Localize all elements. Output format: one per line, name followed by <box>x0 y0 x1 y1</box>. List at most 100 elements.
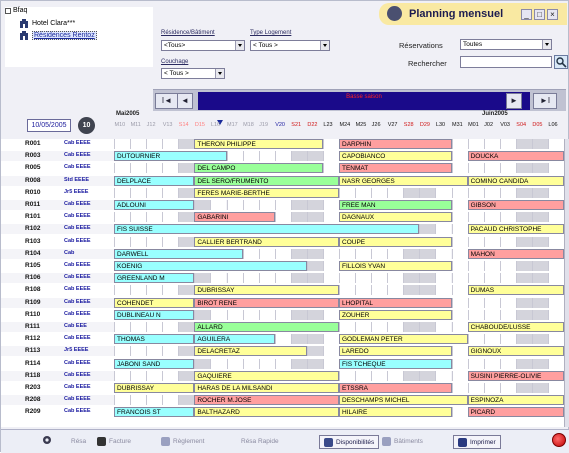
day-cell[interactable] <box>226 273 243 284</box>
day-cell[interactable] <box>226 200 243 210</box>
booking-bar[interactable]: DESCHAMPS MICHEL <box>339 395 468 406</box>
booking-bar[interactable]: BALTHAZARD <box>194 407 339 418</box>
booking-bar[interactable]: COHENDET <box>114 297 195 308</box>
day-cell[interactable] <box>146 187 163 198</box>
reservations-select[interactable]: Toutes <box>460 39 552 50</box>
day-cell[interactable] <box>419 248 436 259</box>
day-cell[interactable] <box>290 248 307 259</box>
day-cell[interactable] <box>146 139 163 149</box>
booking-bar[interactable]: ZOUHER <box>339 309 452 320</box>
booking-bar[interactable]: DELPLACE <box>114 175 195 186</box>
day-cell[interactable] <box>403 370 420 381</box>
day-cell[interactable] <box>451 236 468 247</box>
day-cell[interactable] <box>194 309 211 320</box>
day-cell[interactable] <box>114 370 131 381</box>
day-cell[interactable] <box>547 297 564 308</box>
resa-button[interactable]: Résa <box>71 435 86 449</box>
day-cell[interactable] <box>515 358 532 369</box>
booking-bar[interactable]: SUSINI PIERRE-OLIVIE <box>467 370 564 381</box>
day-cell[interactable] <box>242 248 259 259</box>
first-period-button[interactable]: I◄ <box>155 93 179 109</box>
booking-bar[interactable]: JABONI SAND <box>114 358 195 369</box>
day-cell[interactable] <box>499 334 516 345</box>
day-cell[interactable] <box>467 273 484 284</box>
day-cell[interactable] <box>467 383 484 393</box>
day-cell[interactable] <box>306 334 323 345</box>
day-cell[interactable] <box>515 236 532 247</box>
booking-bar[interactable]: NASR GEORGES <box>339 175 468 186</box>
day-cell[interactable] <box>499 383 516 393</box>
day-cell[interactable] <box>451 187 468 198</box>
day-cell[interactable] <box>210 273 227 284</box>
day-cell[interactable] <box>210 309 227 320</box>
day-cell[interactable] <box>178 187 195 198</box>
booking-bar[interactable]: GABARINI <box>194 212 275 223</box>
day-cell[interactable] <box>499 163 516 174</box>
day-cell[interactable] <box>322 163 339 174</box>
booking-bar[interactable]: FILLOIS YVAN <box>339 261 452 271</box>
day-cell[interactable] <box>194 358 211 369</box>
day-cell[interactable] <box>290 309 307 320</box>
residence-select[interactable]: <Tous> <box>161 40 245 51</box>
day-cell[interactable] <box>306 346 323 357</box>
day-cell[interactable] <box>178 395 195 406</box>
day-cell[interactable] <box>274 212 291 223</box>
day-cell[interactable] <box>451 224 468 235</box>
booking-bar[interactable]: GIBSON <box>467 200 564 210</box>
day-cell[interactable] <box>515 139 532 149</box>
day-cell[interactable] <box>499 309 516 320</box>
booking-bar[interactable]: PICARD <box>467 407 564 418</box>
booking-bar[interactable]: BIROT RENE <box>194 297 339 308</box>
day-cell[interactable] <box>162 285 179 296</box>
day-cell[interactable] <box>114 236 131 247</box>
day-cell[interactable] <box>547 212 564 223</box>
day-cell[interactable] <box>499 261 516 271</box>
booking-bar[interactable]: FREE MAN <box>339 200 452 210</box>
day-cell[interactable] <box>355 322 372 332</box>
day-cell[interactable] <box>451 322 468 332</box>
day-cell[interactable] <box>322 151 339 162</box>
booking-bar[interactable]: DUBRISSAY <box>114 383 195 393</box>
type-logement-select[interactable]: < Tous > <box>250 40 330 51</box>
day-cell[interactable] <box>515 273 532 284</box>
booking-bar[interactable]: FERES MARIE-BERTHE <box>194 187 339 198</box>
day-cell[interactable] <box>258 151 275 162</box>
booking-bar[interactable]: DOUCKA <box>467 151 564 162</box>
day-cell[interactable] <box>515 187 532 198</box>
day-cell[interactable] <box>130 212 147 223</box>
day-cell[interactable] <box>451 358 468 369</box>
day-cell[interactable] <box>419 285 436 296</box>
day-cell[interactable] <box>451 151 468 162</box>
booking-bar[interactable]: GODLEMAN PETER <box>339 334 468 345</box>
day-cell[interactable] <box>531 212 548 223</box>
day-cell[interactable] <box>355 187 372 198</box>
close-button[interactable]: × <box>547 9 558 20</box>
day-cell[interactable] <box>499 297 516 308</box>
search-button[interactable] <box>554 55 568 69</box>
day-cell[interactable] <box>339 370 356 381</box>
day-cell[interactable] <box>467 139 484 149</box>
day-cell[interactable] <box>467 261 484 271</box>
day-cell[interactable] <box>387 370 404 381</box>
day-cell[interactable] <box>210 358 227 369</box>
day-cell[interactable] <box>531 163 548 174</box>
day-cell[interactable] <box>419 370 436 381</box>
day-cell[interactable] <box>531 309 548 320</box>
booking-bar[interactable]: LAREDO <box>339 346 452 357</box>
day-cell[interactable] <box>114 285 131 296</box>
reglement-button[interactable]: Règlement <box>161 435 204 449</box>
booking-bar[interactable]: PACAUD CHRISTOPHE <box>467 224 564 235</box>
day-cell[interactable] <box>451 212 468 223</box>
day-cell[interactable] <box>515 212 532 223</box>
day-cell[interactable] <box>403 187 420 198</box>
day-cell[interactable] <box>483 187 500 198</box>
day-cell[interactable] <box>242 200 259 210</box>
day-cell[interactable] <box>146 395 163 406</box>
day-cell[interactable] <box>258 309 275 320</box>
day-cell[interactable] <box>162 139 179 149</box>
day-cell[interactable] <box>483 212 500 223</box>
day-cell[interactable] <box>322 248 339 259</box>
day-cell[interactable] <box>274 309 291 320</box>
booking-bar[interactable]: CALLIER BERTRAND <box>194 236 339 247</box>
booking-bar[interactable]: ADLOUNI <box>114 200 195 210</box>
